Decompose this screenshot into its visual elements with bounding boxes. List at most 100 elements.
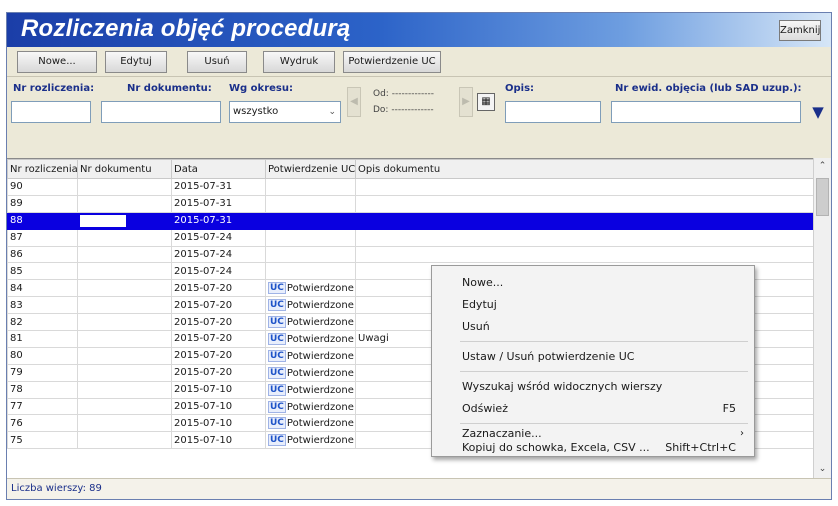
menu-item-edit[interactable]: Edytuj: [432, 294, 754, 316]
cell-nr-rozliczenia: 81: [7, 330, 78, 348]
title-bar: Rozliczenia objęć procedurą Zamknij: [7, 13, 831, 47]
opis-input[interactable]: [505, 101, 601, 123]
menu-item-search[interactable]: Wyszukaj wśród widocznych wierszy: [432, 376, 754, 398]
uc-status: Potwierdzone: [286, 401, 354, 413]
menu-item-refresh[interactable]: Odśwież F5: [432, 398, 754, 420]
menu-item-toggle-uc-label: Ustaw / Usuń potwierdzenie UC: [462, 350, 635, 363]
cell-nr-dokumentu: [77, 228, 172, 247]
cell-nr-rozliczenia: 88: [7, 211, 78, 230]
uc-icon: UC: [268, 417, 286, 430]
vertical-scrollbar[interactable]: ⌃ ⌄: [813, 158, 831, 478]
nr-dokumentu-input[interactable]: [101, 101, 221, 123]
cell-nr-rozliczenia: 80: [7, 346, 78, 365]
menu-item-toggle-uc[interactable]: Ustaw / Usuń potwierdzenie UC: [432, 346, 754, 368]
cell-nr-dokumentu: [77, 245, 172, 264]
redacted-block: [80, 265, 126, 278]
col-header-potwierdzenie-uc[interactable]: Potwierdzenie UC: [265, 159, 356, 179]
redacted-block: [80, 197, 126, 210]
cell-nr-rozliczenia: 86: [7, 245, 78, 264]
menu-item-new[interactable]: Nowe...: [432, 272, 754, 294]
print-button[interactable]: Wydruk: [263, 51, 335, 73]
uc-icon: UC: [268, 434, 286, 447]
cell-potwierdzenie-uc: UC Potwierdzone: [265, 380, 356, 399]
col-header-nr-rozliczenia[interactable]: Nr rozliczenia: [7, 159, 78, 179]
table-row[interactable]: 90 2015-07-31: [7, 178, 816, 196]
cell-potwierdzenie-uc: UC Potwierdzone: [265, 414, 356, 433]
cell-opis: [355, 211, 816, 230]
uc-status: Potwierdzone: [286, 367, 354, 379]
period-select[interactable]: wszystko ⌄: [229, 101, 341, 123]
delete-button[interactable]: Usuń: [187, 51, 247, 73]
redacted-block: [80, 282, 126, 295]
cell-data: 2015-07-10: [171, 431, 266, 450]
menu-item-copy-label: Kopiuj do schowka, Excela, CSV ...: [462, 441, 650, 454]
cell-nr-rozliczenia: 83: [7, 296, 78, 315]
uc-status: Potwierdzone: [286, 350, 354, 362]
col-header-opis[interactable]: Opis dokumentu: [355, 159, 816, 179]
cell-data: 2015-07-20: [171, 346, 266, 365]
table-row[interactable]: 88 2015-07-31: [7, 211, 816, 230]
nr-rozliczenia-label: Nr rozliczenia:: [13, 83, 95, 94]
uc-icon: UC: [268, 282, 286, 295]
cell-potwierdzenie-uc: UC Potwierdzone: [265, 279, 356, 298]
col-header-nr-dokumentu[interactable]: Nr dokumentu: [77, 159, 172, 179]
redacted-block: [80, 383, 126, 396]
menu-separator: [460, 423, 748, 424]
cell-potwierdzenie-uc: UC Potwierdzone: [265, 313, 356, 332]
new-button[interactable]: Nowe...: [17, 51, 97, 73]
cell-nr-dokumentu: [77, 313, 172, 332]
menu-item-new-label: Nowe...: [462, 276, 504, 289]
cell-nr-dokumentu: [77, 279, 172, 298]
cell-data: 2015-07-31: [171, 178, 266, 196]
cell-potwierdzenie-uc: UC Potwierdzone: [265, 346, 356, 365]
cell-nr-rozliczenia: 90: [7, 178, 78, 196]
uc-status: Potwierdzone: [286, 384, 354, 396]
filter-icon[interactable]: ▼: [807, 101, 829, 123]
cell-nr-rozliczenia: 85: [7, 262, 78, 281]
table-row[interactable]: 89 2015-07-31: [7, 194, 816, 213]
redacted-block: [80, 400, 126, 413]
cell-potwierdzenie-uc: [265, 228, 356, 247]
uc-icon: UC: [268, 400, 286, 413]
scroll-down-icon[interactable]: ⌄: [814, 461, 831, 478]
opis-label: Opis:: [505, 83, 535, 94]
cell-nr-rozliczenia: 77: [7, 397, 78, 416]
cell-data: 2015-07-20: [171, 330, 266, 348]
do-label: Do:: [373, 105, 389, 115]
uc-status: Potwierdzone: [286, 283, 354, 295]
cell-nr-dokumentu: [77, 431, 172, 450]
menu-item-copy[interactable]: Kopiuj do schowka, Excela, CSV ... Shift…: [432, 440, 754, 456]
table-row[interactable]: 87 2015-07-24: [7, 228, 816, 247]
nr-dokumentu-label: Nr dokumentu:: [127, 83, 212, 94]
cell-data: 2015-07-10: [171, 380, 266, 399]
cell-potwierdzenie-uc: UC Potwierdzone: [265, 397, 356, 416]
next-period-button[interactable]: ▶: [459, 87, 473, 117]
close-button[interactable]: Zamknij: [779, 20, 821, 41]
cell-potwierdzenie-uc: UC Potwierdzone: [265, 431, 356, 450]
table-row[interactable]: 86 2015-07-24: [7, 245, 816, 264]
prev-period-button[interactable]: ◀: [347, 87, 361, 117]
scroll-thumb[interactable]: [816, 178, 829, 216]
calendar-icon[interactable]: ▦: [477, 93, 495, 111]
cell-potwierdzenie-uc: UC Potwierdzone: [265, 296, 356, 315]
cell-data: 2015-07-20: [171, 313, 266, 332]
cell-opis: [355, 194, 816, 213]
table-header: Nr rozliczenia Nr dokumentu Data Potwier…: [7, 159, 816, 179]
nr-ewid-input[interactable]: [611, 101, 801, 123]
menu-item-delete[interactable]: Usuń: [432, 316, 754, 338]
cell-data: 2015-07-20: [171, 279, 266, 298]
cell-opis: [355, 228, 816, 247]
uc-icon: UC: [268, 299, 286, 312]
nr-rozliczenia-input[interactable]: [11, 101, 91, 123]
edit-button[interactable]: Edytuj: [105, 51, 167, 73]
menu-item-refresh-label: Odśwież: [462, 402, 508, 415]
uc-icon: UC: [268, 383, 286, 396]
col-header-data[interactable]: Data: [171, 159, 266, 179]
scroll-up-icon[interactable]: ⌃: [814, 158, 831, 175]
cell-data: 2015-07-24: [171, 245, 266, 264]
cell-potwierdzenie-uc: UC Potwierdzone: [265, 330, 356, 348]
confirm-uc-button[interactable]: Potwierdzenie UC: [343, 51, 441, 73]
cell-nr-rozliczenia: 79: [7, 363, 78, 382]
do-value: -------------: [391, 105, 434, 115]
cell-nr-dokumentu: [77, 380, 172, 399]
